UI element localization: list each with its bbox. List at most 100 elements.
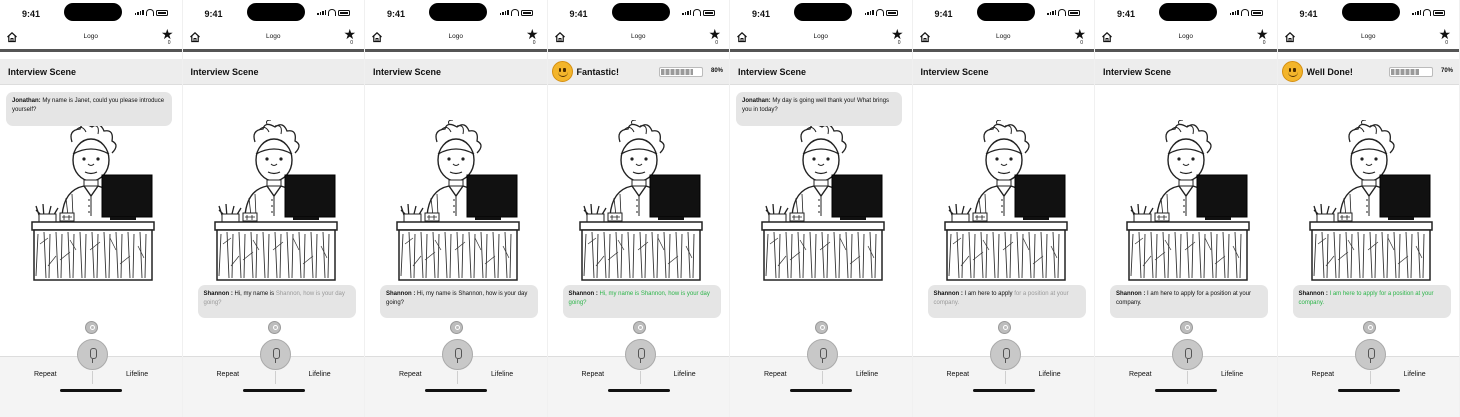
star-icon[interactable]: ★ [1438,27,1451,41]
phone-screen-2: 9:41 Logo ★ 0 Interview Scene Repeat Lif… [182,0,365,417]
info-button[interactable] [815,321,828,334]
user-response-bubble: Shannon : Hi, my name is Shannon, how is… [562,285,721,318]
control-divider [274,371,276,384]
app-logo: Logo [1178,33,1193,40]
signal-icon [1047,10,1056,15]
microphone-button[interactable] [77,339,108,370]
interviewer-message-bubble: Jonathan: My day is going well thank you… [736,92,902,126]
repeat-button[interactable]: Repeat [764,371,787,378]
info-button[interactable] [997,321,1011,334]
star-icon[interactable]: ★ [161,27,174,41]
repeat-button[interactable]: Repeat [1129,371,1152,378]
interviewer-illustration [0,119,182,284]
phone-screen-1: 9:41 Logo ★ 0 Interview Scene Repeat Lif… [0,0,183,417]
scene-title: Interview Scene [1103,67,1172,77]
lifeline-button[interactable]: Lifeline [674,371,696,378]
scene-header: Fantastic! 80% [547,59,729,85]
repeat-button[interactable]: Repeat [399,371,422,378]
info-button[interactable] [85,321,98,334]
score-progress-bar [1388,67,1433,77]
interviewer-illustration [913,119,1095,284]
microphone-button[interactable] [989,339,1021,370]
info-button[interactable] [450,321,463,334]
scene-title: Interview Scene [8,67,77,77]
scene-header: Interview Scene [0,59,182,85]
home-indicator [790,389,852,392]
interviewer-illustration [365,119,547,284]
status-time: 9:41 [22,9,41,19]
status-icons [499,9,533,16]
lifeline-button[interactable]: Lifeline [309,371,331,378]
info-button[interactable] [1180,321,1193,334]
lifeline-button[interactable]: Lifeline [1404,371,1426,378]
score-percent: 70% [1440,68,1453,74]
app-bar: Logo ★ 0 [182,24,364,52]
lifeline-button[interactable]: Lifeline [491,371,513,378]
repeat-button[interactable]: Repeat [34,371,57,378]
microphone-button[interactable] [807,339,838,370]
wifi-icon [875,9,884,16]
microphone-button[interactable] [1172,339,1203,370]
info-button[interactable] [632,321,646,334]
battery-icon [1068,9,1080,16]
score-progress-fill [1390,69,1419,75]
lifeline-button[interactable]: Lifeline [856,371,878,378]
dynamic-island [611,3,670,21]
repeat-button[interactable]: Repeat [1312,371,1335,378]
signal-icon [134,10,144,15]
dynamic-island [64,3,122,21]
status-bar: 9:41 [730,0,912,24]
control-divider [1004,371,1006,384]
home-indicator [1337,389,1400,392]
battery-icon [703,9,715,16]
repeat-button[interactable]: Repeat [217,371,240,378]
wifi-icon [145,9,154,16]
wifi-icon [510,9,519,16]
wifi-icon [1240,9,1249,16]
signal-icon [864,10,874,15]
scene-title: Interview Scene [920,67,989,77]
repeat-button[interactable]: Repeat [582,371,605,378]
control-divider [1187,371,1188,384]
status-bar: 9:41 [1095,0,1277,24]
info-button[interactable] [1362,321,1376,334]
star-icon[interactable]: ★ [708,27,721,41]
speaker-name: Shannon : [1298,291,1330,297]
star-icon[interactable]: ★ [891,27,904,41]
status-time: 9:41 [1117,9,1136,19]
home-indicator [972,389,1035,392]
app-bar: Logo ★ 0 [365,24,547,52]
scene-header: Well Done! 70% [1277,59,1459,85]
dynamic-island [976,3,1035,21]
status-time: 9:41 [387,9,406,19]
app-logo: Logo [996,33,1011,40]
microphone-button[interactable] [624,339,656,370]
signal-icon [1229,10,1239,15]
microphone-button[interactable] [259,339,291,370]
lifeline-button[interactable]: Lifeline [1221,371,1243,378]
star-icon[interactable]: ★ [343,27,356,41]
microphone-button[interactable] [442,339,473,370]
star-icon[interactable]: ★ [526,27,539,41]
star-icon[interactable]: ★ [1256,27,1269,41]
control-divider [457,371,458,384]
app-logo: Logo [813,33,828,40]
user-response-bubble: Shannon : Hi, my name is Shannon, how is… [380,285,538,318]
speaker-name: Jonathan: [12,98,41,104]
lifeline-button[interactable]: Lifeline [1039,371,1061,378]
star-icon[interactable]: ★ [1073,27,1086,41]
lifeline-button[interactable]: Lifeline [126,371,148,378]
phone-screen-6: 9:41 Logo ★ 0 Interview Scene Repeat Lif… [912,0,1095,417]
favorites-count: 0 [1262,40,1266,46]
user-response-bubble: Shannon : I am here to apply for a posit… [927,285,1086,318]
info-button[interactable] [267,321,281,334]
signal-icon [1412,10,1421,15]
status-bar: 9:41 [365,0,547,24]
smiley-face-icon [1281,61,1303,82]
speaker-name: Shannon : [386,291,417,297]
status-bar: 9:41 [1278,0,1460,24]
app-logo: Logo [631,33,646,40]
repeat-button[interactable]: Repeat [947,371,970,378]
microphone-button[interactable] [1354,339,1386,370]
control-divider [639,371,641,384]
